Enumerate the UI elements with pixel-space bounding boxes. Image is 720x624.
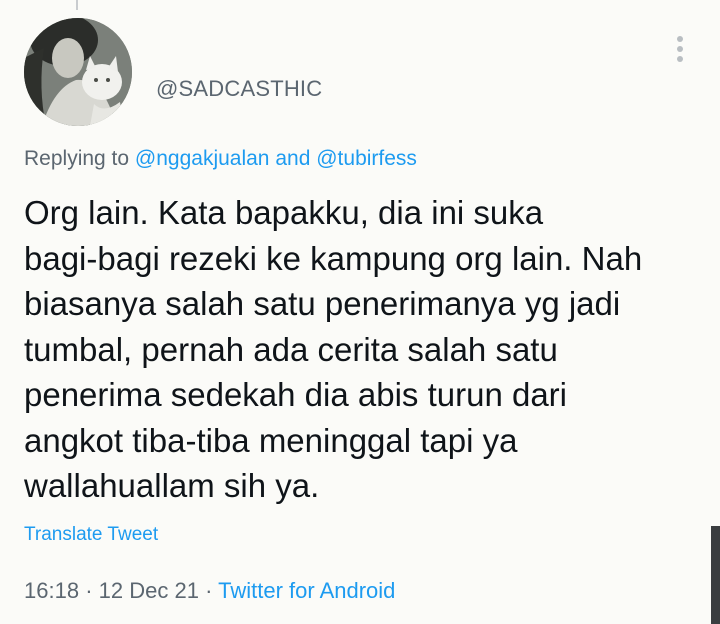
replying-prefix: Replying to xyxy=(24,147,130,170)
translate-tweet-link[interactable]: Translate Tweet xyxy=(24,524,158,546)
tweet-text-line: wallahuallam sih ya. xyxy=(24,467,320,504)
reply-user-link-2[interactable]: @tubirfess xyxy=(316,147,417,170)
tweet-metadata: 16:18 · 12 Dec 21 · Twitter for Android xyxy=(24,578,395,604)
tweet-text-line: tumbal, pernah ada cerita salah satu xyxy=(24,330,558,368)
scrollbar-thumb[interactable] xyxy=(711,526,720,624)
more-vertical-icon[interactable] xyxy=(672,36,688,64)
tweet-text: Org lain. Kata bapakku, dia ini suka bag… xyxy=(24,190,700,509)
tweet-text-line: bagi-bagi rezeki ke kampung org lain. Na… xyxy=(24,239,643,277)
tweet-source-link[interactable]: Twitter for Android xyxy=(218,578,395,603)
tweet-text-line: angkot tiba-tiba meninggal tapi ya xyxy=(24,421,518,459)
tweet-time[interactable]: 16:18 xyxy=(24,578,79,603)
author-handle[interactable]: @SADCASTHIC xyxy=(156,76,322,102)
thread-connector-line xyxy=(76,0,78,10)
reply-conjunction[interactable]: and xyxy=(275,147,310,170)
replying-to: Replying to @nggakjualan and @tubirfess xyxy=(24,147,417,171)
tweet-text-line: biasanya salah satu penerimanya yg jadi xyxy=(24,285,621,322)
tweet-text-line: penerima sedekah dia abis turun dari xyxy=(24,376,568,413)
avatar-image xyxy=(24,18,132,126)
tweet-date[interactable]: 12 Dec 21 xyxy=(99,578,199,603)
meta-separator: · xyxy=(205,578,213,603)
tweet-text-line: Org lain. Kata bapakku, dia ini suka xyxy=(24,194,544,231)
reply-user-link-1[interactable]: @nggakjualan xyxy=(135,147,270,170)
avatar[interactable] xyxy=(24,18,132,126)
meta-separator: · xyxy=(85,578,93,603)
